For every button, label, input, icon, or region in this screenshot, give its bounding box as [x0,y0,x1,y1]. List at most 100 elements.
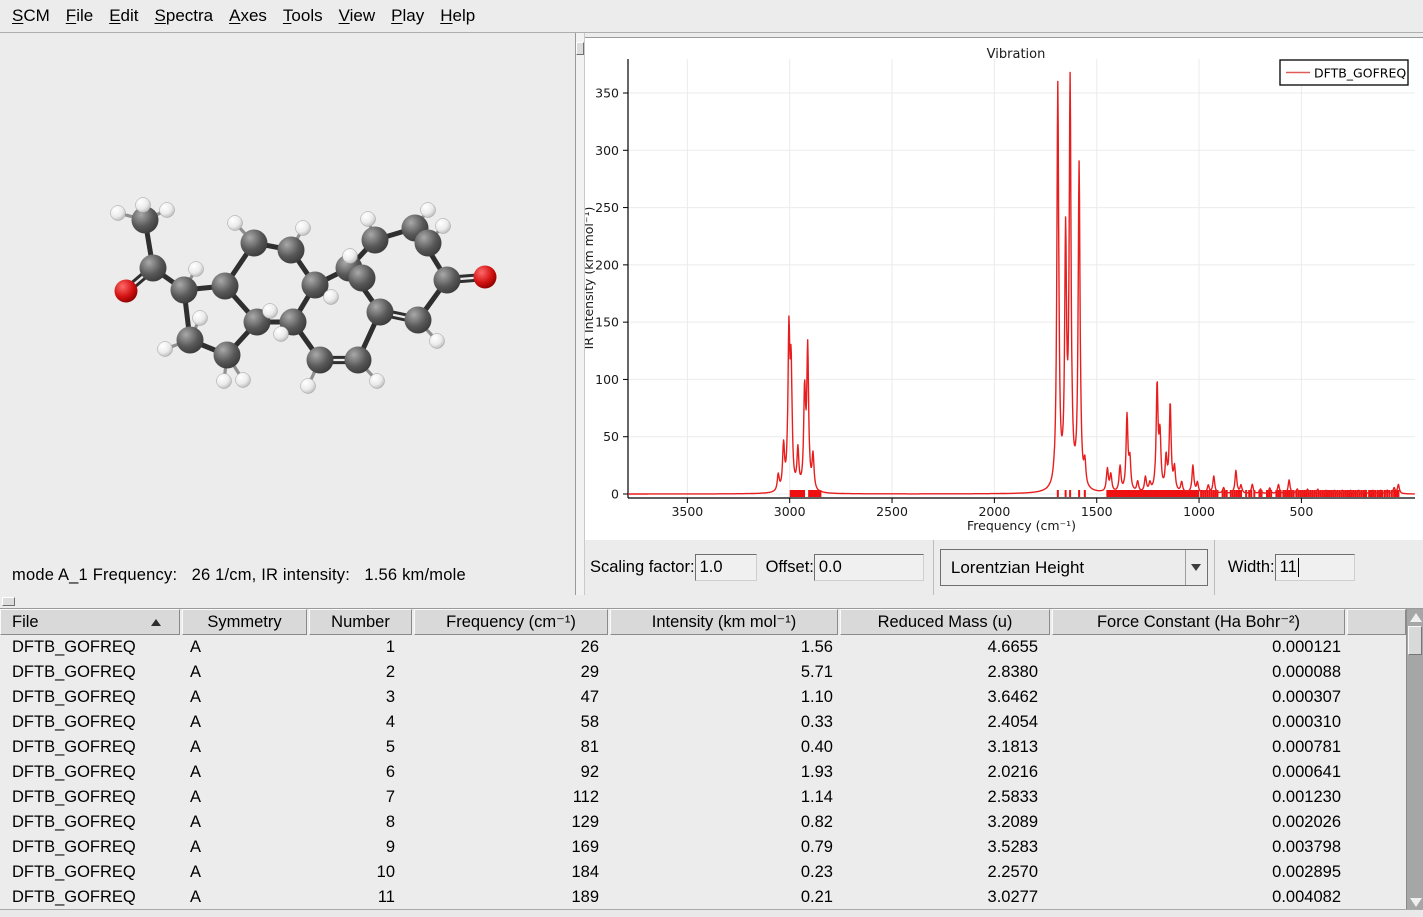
hydrogen-atom [158,342,173,357]
width-label: Width: [1228,558,1275,577]
column-header-force[interactable]: Force Constant (Ha Bohr⁻²) [1052,609,1345,635]
sort-ascending-icon [151,619,161,626]
spectrum-curve [628,72,1415,494]
column-header-label: Intensity (km mol⁻¹) [652,612,796,632]
table-cell: 0.004082 [1050,888,1345,907]
svg-text:50: 50 [603,429,619,444]
scroll-down-button[interactable] [1407,894,1423,910]
table-cell: 2 [307,663,412,682]
pane-divider-vertical[interactable] [575,33,585,595]
menu-item-help[interactable]: Help [432,2,483,30]
scroll-up-button[interactable] [1407,609,1423,625]
table-row[interactable]: DFTB_GOFREQA6921.932.02160.000641 [0,760,1406,785]
hydrogen-atom [343,249,358,264]
table-cell: 169 [412,838,608,857]
table-cell: 2.2570 [838,863,1050,882]
y-axis-label: IR Intensity (km mol⁻¹) [585,207,596,350]
broadening-select[interactable]: Lorentzian Height [940,549,1208,586]
menu-item-axes[interactable]: Axes [221,2,275,30]
table-cell: A [180,763,307,782]
table-cell: 10 [307,863,412,882]
table-cell: A [180,688,307,707]
table-cell: 2.8380 [838,663,1050,682]
sash-handle-2[interactable] [2,597,15,606]
table-row[interactable]: DFTB_GOFREQA71121.142.58330.001230 [0,785,1406,810]
column-header-reduced[interactable]: Reduced Mass (u) [840,609,1050,635]
vertical-scrollbar[interactable] [1406,609,1423,910]
table-row[interactable]: DFTB_GOFREQA81290.823.20890.002026 [0,810,1406,835]
hydrogen-atom [189,262,204,277]
svg-text:1000: 1000 [1183,504,1215,519]
menu-item-edit[interactable]: Edit [101,2,146,30]
oxygen-atom [474,266,497,289]
table-cell: 47 [412,688,608,707]
scrollbar-thumb[interactable] [1408,626,1422,655]
table-cell: 1.14 [608,788,838,807]
broadening-selected-value: Lorentzian Height [941,558,1084,578]
carbon-atom [278,237,305,264]
table-row[interactable]: DFTB_GOFREQA111890.213.02770.004082 [0,885,1406,910]
menu-item-scm[interactable]: SCM [4,2,58,30]
sash-handle[interactable] [576,42,584,55]
table-row[interactable]: DFTB_GOFREQA3471.103.64620.000307 [0,685,1406,710]
menu-item-play[interactable]: Play [383,2,432,30]
menu-item-spectra[interactable]: Spectra [147,2,222,30]
table-cell: 2.5833 [838,788,1050,807]
table-cell: DFTB_GOFREQ [0,638,180,657]
table-row[interactable]: DFTB_GOFREQA4580.332.40540.000310 [0,710,1406,735]
table-cell: 189 [412,888,608,907]
hydrogen-atom [136,198,151,213]
table-cell: 8 [307,813,412,832]
column-header-frequency[interactable]: Frequency (cm⁻¹) [414,609,608,635]
chevron-down-icon [1191,564,1201,571]
table-cell: 5.71 [608,663,838,682]
table-row[interactable]: DFTB_GOFREQA91690.793.52830.003798 [0,835,1406,860]
pane-divider-horizontal[interactable] [0,595,1423,608]
column-header-filler[interactable] [1347,609,1406,635]
legend-label: DFTB_GOFREQ [1314,66,1406,81]
table-cell: 0.82 [608,813,838,832]
svg-text:250: 250 [595,200,619,215]
table-row[interactable]: DFTB_GOFREQA5810.403.18130.000781 [0,735,1406,760]
column-header-intensity[interactable]: Intensity (km mol⁻¹) [610,609,838,635]
molecule-viewer[interactable] [0,33,575,595]
column-header-symmetry[interactable]: Symmetry [182,609,307,635]
column-header-number[interactable]: Number [309,609,412,635]
column-header-label: Force Constant (Ha Bohr⁻²) [1097,612,1300,632]
hydrogen-atom [160,203,175,218]
table-cell: DFTB_GOFREQ [0,863,180,882]
menu-item-view[interactable]: View [331,2,384,30]
mode-status: mode A_1 Frequency: 26 1/cm, IR intensit… [12,566,466,585]
scaling-factor-input[interactable] [695,554,757,581]
table-cell: 2.0216 [838,763,1050,782]
horizontal-scrollbar[interactable] [0,909,1423,917]
hydrogen-atom [217,374,232,389]
table-row[interactable]: DFTB_GOFREQA1261.564.66550.000121 [0,635,1406,660]
table-row[interactable]: DFTB_GOFREQA2295.712.83800.000088 [0,660,1406,685]
svg-text:2000: 2000 [978,504,1010,519]
table-row[interactable]: DFTB_GOFREQA101840.232.25700.002895 [0,860,1406,885]
hydrogen-atom [296,221,311,236]
table-cell: 0.000641 [1050,763,1345,782]
table-cell: A [180,838,307,857]
table-cell: 0.000121 [1050,638,1345,657]
modes-table: FileSymmetryNumberFrequency (cm⁻¹) Intens… [0,608,1423,909]
column-header-file[interactable]: File [0,609,180,635]
table-cell: 81 [412,738,608,757]
width-input[interactable]: 11 [1275,554,1355,581]
table-cell: 3.2089 [838,813,1050,832]
offset-input[interactable] [814,554,924,581]
table-cell: DFTB_GOFREQ [0,838,180,857]
plot-title: Vibration [987,47,1046,62]
offset-label: Offset: [766,558,814,577]
hydrogen-atom [228,216,243,231]
table-cell: 11 [307,888,412,907]
hydrogen-atom [430,334,445,349]
spectrum-plot[interactable]: 3500300025002000150010005000501001502002… [585,38,1423,541]
menu-item-file[interactable]: File [58,2,101,30]
dropdown-arrow-button[interactable] [1185,550,1207,585]
menu-item-tools[interactable]: Tools [275,2,331,30]
hydrogen-atom [324,290,339,305]
table-cell: A [180,888,307,907]
table-cell: 0.000781 [1050,738,1345,757]
